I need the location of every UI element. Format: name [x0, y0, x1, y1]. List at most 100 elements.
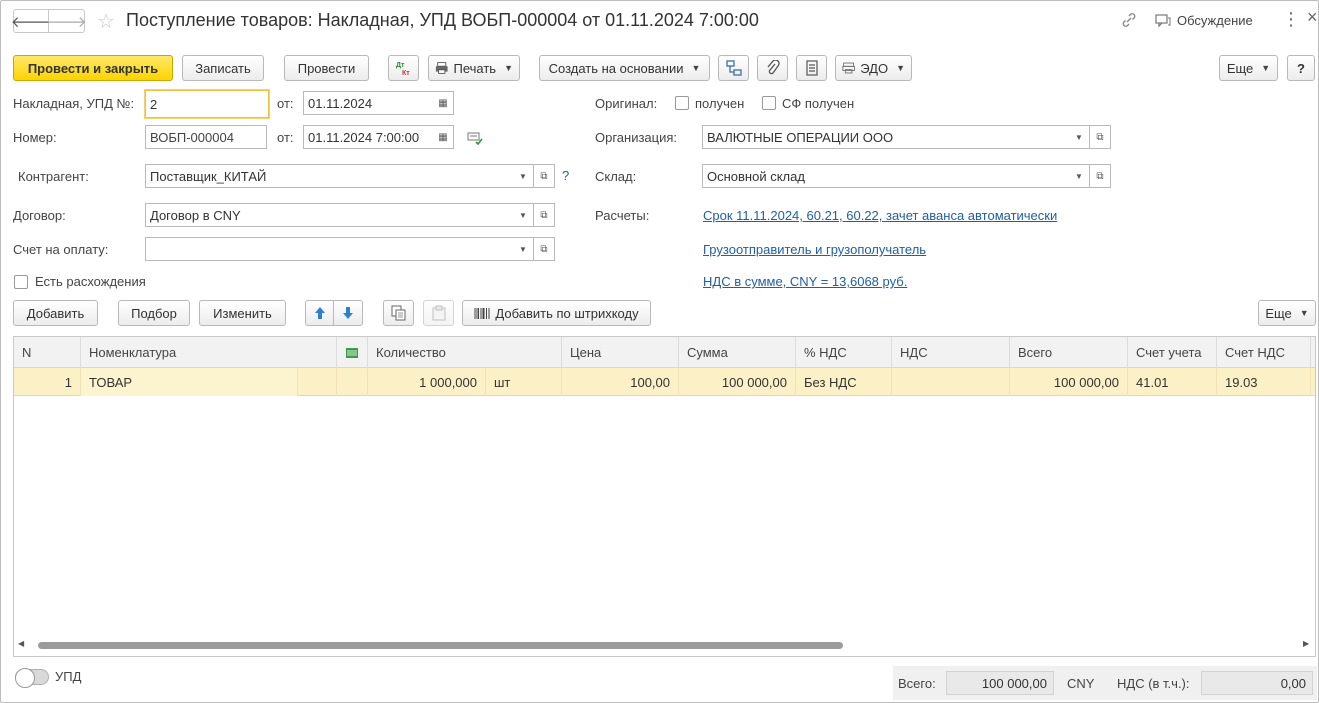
move-up-button[interactable]	[305, 300, 334, 326]
organization-input[interactable]: ВАЛЮТНЫЕ ОПЕРАЦИИ ООО	[702, 125, 1070, 149]
settlements-link[interactable]: Срок 11.11.2024, 60.21, 60.22, зачет ава…	[703, 208, 1057, 223]
col-vat-rate[interactable]: % НДС	[796, 337, 892, 368]
chevron-down-icon: ▼	[519, 244, 527, 254]
cell-unit[interactable]: шт	[486, 368, 562, 396]
number-date-input[interactable]: 01.11.2024 7:00:00	[303, 125, 434, 149]
calendar-button[interactable]: ▦	[433, 125, 454, 149]
col-total[interactable]: Всего	[1010, 337, 1128, 368]
arrow-up-icon	[314, 307, 325, 319]
copy-row-button[interactable]	[383, 300, 414, 326]
selection-button[interactable]: Подбор	[118, 300, 190, 326]
sf-received-checkbox[interactable]	[762, 96, 776, 110]
discussion-icon	[1155, 13, 1171, 27]
discrepancies-checkbox[interactable]	[14, 275, 28, 289]
cell-total[interactable]: 100 000,00	[1010, 368, 1128, 396]
add-row-button[interactable]: Добавить	[13, 300, 98, 326]
forward-button[interactable]: 🡒	[46, 9, 87, 33]
warehouse-label: Склад:	[595, 169, 637, 184]
number-input[interactable]: ВОБП-000004	[145, 125, 267, 149]
attachments-button[interactable]	[757, 55, 788, 81]
col-marking[interactable]	[337, 337, 368, 368]
create-based-on-button[interactable]: Создать на основании ▼	[539, 55, 710, 81]
help-button[interactable]: ?	[1287, 55, 1315, 81]
journal-button[interactable]	[796, 55, 827, 81]
payment-invoice-input[interactable]	[145, 237, 514, 261]
contract-open-button[interactable]: ⧉	[534, 203, 555, 227]
post-button[interactable]: Провести	[284, 55, 369, 81]
dt-kt-button[interactable]: Дт Кт	[388, 55, 419, 81]
more-label: Еще	[1226, 60, 1254, 76]
warehouse-input[interactable]: Основной склад	[702, 164, 1070, 188]
cell-account[interactable]: 41.01	[1128, 368, 1217, 396]
calendar-button[interactable]: ▦	[433, 91, 454, 115]
chevron-down-icon: ▼	[1261, 63, 1271, 73]
discussion-button[interactable]: Обсуждение	[1155, 13, 1253, 28]
vat-amount-link[interactable]: НДС в сумме, CNY = 13,6068 руб.	[703, 274, 907, 289]
organization-dropdown[interactable]: ▼	[1069, 125, 1090, 149]
cell-vat-rate[interactable]: Без НДС	[796, 368, 892, 396]
save-button[interactable]: Записать	[182, 55, 264, 81]
cell-price[interactable]: 100,00	[562, 368, 679, 396]
warehouse-open-button[interactable]: ⧉	[1090, 164, 1111, 188]
total-label: Всего:	[898, 676, 936, 691]
more-button[interactable]: Еще ▼	[1219, 55, 1278, 81]
col-vat-account[interactable]: Счет НДС	[1217, 337, 1311, 368]
counterparty-input[interactable]: Поставщик_КИТАЙ	[145, 164, 514, 188]
contract-dropdown[interactable]: ▼	[513, 203, 534, 227]
received-checkbox[interactable]	[675, 96, 689, 110]
cell-nomenclature[interactable]: ТОВАР	[81, 368, 298, 396]
scroll-left-icon[interactable]: ◀	[18, 639, 24, 648]
goods-table: N Номенклатура Количество Цена Сумма % Н…	[13, 336, 1316, 657]
payment-invoice-dropdown[interactable]: ▼	[513, 237, 534, 261]
col-price[interactable]: Цена	[562, 337, 679, 368]
invoice-number-input[interactable]: 2	[145, 90, 269, 118]
col-n[interactable]: N	[14, 337, 81, 368]
cell-vat-account[interactable]: 19.03	[1217, 368, 1311, 396]
move-down-button[interactable]	[334, 300, 363, 326]
table-row[interactable]: 1 ТОВАР 1 000,000 шт 100,00 100 000,00 Б…	[14, 368, 1315, 396]
open-icon: ⧉	[540, 209, 548, 221]
open-icon: ⧉	[1096, 131, 1104, 143]
contract-input[interactable]: Договор в CNY	[145, 203, 514, 227]
payment-invoice-open-button[interactable]: ⧉	[534, 237, 555, 261]
invoice-date-input[interactable]: 01.11.2024	[303, 91, 434, 115]
col-nomenclature[interactable]: Номенклатура	[81, 337, 337, 368]
link-icon[interactable]	[1120, 11, 1138, 32]
cell-sum[interactable]: 100 000,00	[679, 368, 796, 396]
cell-vat[interactable]	[892, 368, 1010, 396]
col-quantity[interactable]: Количество	[368, 337, 562, 368]
scroll-right-icon[interactable]: ▶	[1303, 639, 1309, 648]
table-header: N Номенклатура Количество Цена Сумма % Н…	[14, 337, 1315, 368]
col-account[interactable]: Счет учета	[1128, 337, 1217, 368]
add-by-barcode-button[interactable]: Добавить по штрихкоду	[462, 300, 651, 326]
edo-button[interactable]: ЭДО ▼	[835, 55, 912, 81]
more-vert-icon[interactable]: ⋮	[1282, 9, 1300, 30]
help-mark-icon[interactable]: ?	[562, 168, 569, 183]
upd-toggle[interactable]	[15, 668, 49, 688]
favorite-star-icon[interactable]: ☆	[97, 9, 115, 34]
edit-number-icon[interactable]	[467, 131, 483, 148]
print-button[interactable]: Печать ▼	[428, 55, 520, 81]
horizontal-scrollbar[interactable]	[34, 641, 1304, 649]
chevron-down-icon: ▼	[519, 210, 527, 220]
close-icon[interactable]: ×	[1307, 7, 1318, 28]
structure-button[interactable]	[718, 55, 749, 81]
scrollbar-thumb[interactable]	[38, 642, 843, 649]
change-button[interactable]: Изменить	[199, 300, 286, 326]
counterparty-dropdown[interactable]: ▼	[513, 164, 534, 188]
table-more-button[interactable]: Еще ▼	[1258, 300, 1316, 326]
counterparty-open-button[interactable]: ⧉	[534, 164, 555, 188]
cell-quantity[interactable]: 1 000,000	[368, 368, 486, 396]
warehouse-dropdown[interactable]: ▼	[1069, 164, 1090, 188]
edo-label: ЭДО	[860, 60, 889, 76]
col-vat[interactable]: НДС	[892, 337, 1010, 368]
received-label: получен	[695, 96, 745, 111]
shipper-consignee-link[interactable]: Грузоотправитель и грузополучатель	[703, 242, 926, 257]
back-button[interactable]: 🡐	[11, 9, 51, 33]
col-sum[interactable]: Сумма	[679, 337, 796, 368]
organization-open-button[interactable]: ⧉	[1090, 125, 1111, 149]
paperclip-icon	[767, 60, 780, 75]
paste-row-button[interactable]	[423, 300, 454, 326]
sf-received-label: СФ получен	[782, 96, 855, 111]
post-and-close-button[interactable]: Провести и закрыть	[13, 55, 173, 81]
